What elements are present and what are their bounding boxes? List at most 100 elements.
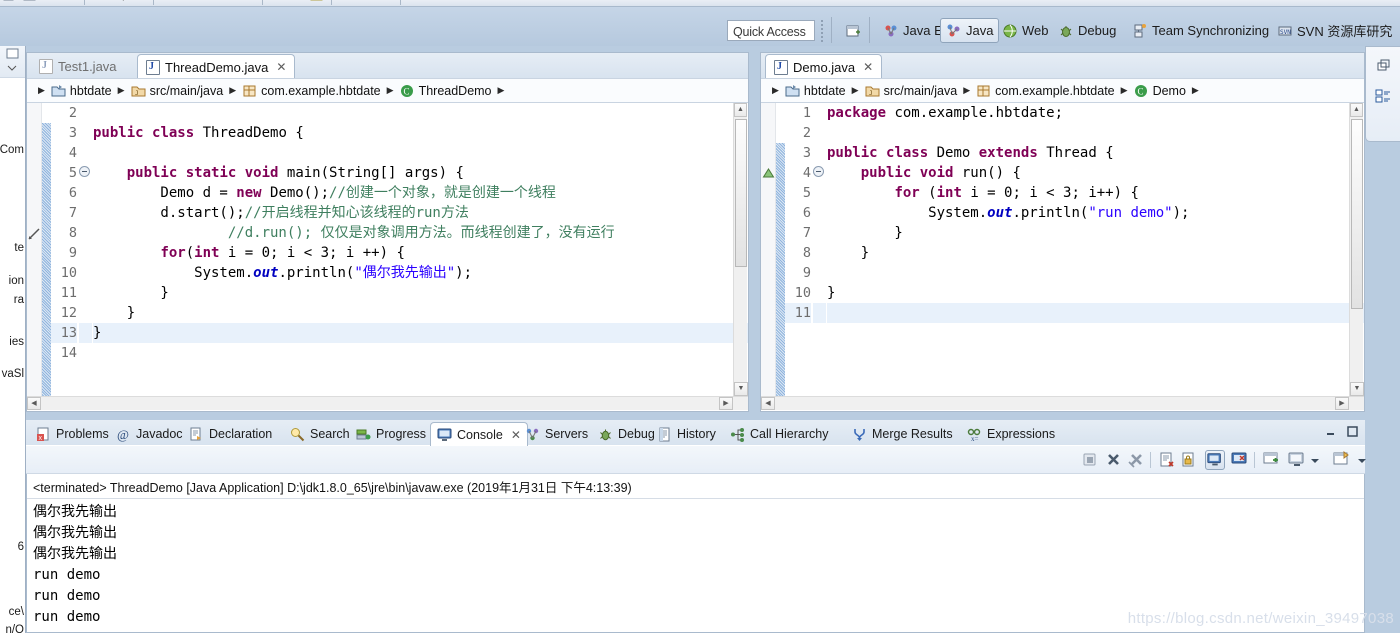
package-explorer-clipped[interactable]: Com te ion ra ies vaSl 6 ce\ n/Q (0, 46, 26, 633)
source-text-right[interactable]: package com.example.hbtdate; public clas… (827, 103, 1364, 323)
code-line[interactable]: public static void main(String[] args) { (93, 163, 748, 183)
code-line[interactable]: } (827, 243, 1364, 263)
bottom-tab-call-hierarchy[interactable]: Call Hierarchy (724, 423, 835, 445)
remove-all-terminated-icon[interactable] (1127, 450, 1147, 470)
new-class-icon[interactable] (308, 0, 326, 6)
tree-label-clipped-8[interactable]: n/Q (5, 624, 24, 633)
save-icon[interactable] (21, 0, 39, 6)
editor-right-vscrollbar[interactable]: ▲ ▼ (1349, 103, 1364, 396)
close-icon[interactable]: ✕ (276, 60, 286, 74)
maximize-icon[interactable] (1346, 425, 1359, 438)
run-as-icon[interactable] (239, 0, 257, 6)
perspective-web[interactable]: Web (997, 18, 1054, 43)
previous-edit-icon[interactable] (357, 0, 375, 6)
restore-view-icon[interactable] (1374, 57, 1392, 75)
print-icon[interactable] (61, 0, 79, 6)
scroll-up-button[interactable]: ▲ (734, 103, 747, 117)
code-line[interactable] (93, 343, 748, 363)
folding-ruler-left[interactable] (79, 103, 92, 363)
collapse-icon[interactable] (813, 166, 824, 177)
tree-label-clipped-5[interactable]: vaSl (2, 368, 24, 380)
code-line[interactable]: } (827, 223, 1364, 243)
back-icon[interactable] (377, 0, 395, 6)
code-line[interactable]: System.out.println("偶尔我先输出"); (93, 263, 748, 283)
bottom-tab-merge-results[interactable]: Merge Results (846, 423, 959, 445)
tree-label-clipped-6[interactable]: 6 (18, 541, 24, 553)
toolbar-grip[interactable] (821, 18, 826, 44)
open-console-icon[interactable] (1287, 450, 1307, 470)
editor-right-code[interactable]: 1 2 3 4 5 6 7 8 9 10 11 package com.example.hbtdat… (761, 103, 1364, 410)
bottom-tab-progress[interactable]: Progress (350, 423, 432, 445)
breadcrumb-source-folder[interactable]: J src/main/java (865, 84, 957, 98)
pin-console-icon[interactable] (1230, 450, 1250, 470)
scroll-up-button[interactable]: ▲ (1350, 103, 1363, 117)
run-icon[interactable] (159, 0, 177, 6)
code-line[interactable] (827, 263, 1364, 283)
code-line[interactable] (93, 143, 748, 163)
code-line[interactable] (93, 103, 748, 123)
editor-tab-test1[interactable]: J Test1.java (31, 55, 125, 78)
split-editor-icon[interactable] (426, 0, 444, 6)
perspective-debug[interactable]: Debug (1053, 18, 1121, 43)
display-selected-console-icon[interactable] (1262, 450, 1282, 470)
bottom-tab-problems[interactable]: x Problems (30, 423, 115, 445)
tree-label-clipped-4[interactable]: ies (9, 336, 24, 348)
code-line[interactable]: d.start();//开启线程并知心该线程的run方法 (93, 203, 748, 223)
tree-label-clipped-1[interactable]: te (14, 242, 24, 254)
breadcrumb-class[interactable]: C ThreadDemo (400, 84, 492, 98)
vscroll-thumb[interactable] (735, 119, 747, 267)
toggle-breadcrumb-icon[interactable] (446, 0, 464, 6)
coverage-icon[interactable] (219, 0, 237, 6)
scroll-right-button[interactable]: ▶ (1335, 397, 1349, 410)
perspective-team-sync[interactable]: Team Synchronizing (1127, 18, 1274, 43)
next-annotation-icon[interactable] (337, 0, 355, 6)
code-line[interactable] (827, 303, 1364, 323)
source-text-left[interactable]: public class ThreadDemo { public static … (93, 103, 748, 363)
open-console-dropdown-icon[interactable] (1309, 450, 1321, 470)
new-console-dropdown-icon[interactable] (1356, 450, 1368, 470)
bottom-tab-javadoc[interactable]: @ Javadoc (110, 423, 189, 445)
editor-right-hscrollbar[interactable]: ◀ ▶ (761, 396, 1364, 410)
code-line[interactable]: package com.example.hbtdate; (827, 103, 1364, 123)
scroll-left-button[interactable]: ◀ (761, 397, 775, 410)
minimize-icon[interactable] (1324, 425, 1337, 438)
code-line[interactable]: } (827, 283, 1364, 303)
bottom-tab-search[interactable]: Search (284, 423, 356, 445)
scroll-left-button[interactable]: ◀ (27, 397, 41, 410)
breadcrumb-package[interactable]: com.example.hbtdate (976, 84, 1115, 98)
editor-left-code[interactable]: 2 3 4 5 6 7 8 9 10 11 12 13 14 public class ThreadDe… (27, 103, 748, 410)
link-icon[interactable] (130, 0, 148, 6)
terminate-icon[interactable] (1080, 450, 1100, 470)
code-line[interactable] (827, 123, 1364, 143)
code-line[interactable]: } (93, 283, 748, 303)
tree-label-clipped-7[interactable]: ce\ (9, 606, 24, 618)
run-dropdown-icon[interactable] (179, 0, 197, 6)
scroll-right-button[interactable]: ▶ (719, 397, 733, 410)
tree-label-clipped-0[interactable]: Com (0, 144, 24, 156)
close-icon[interactable]: ✕ (863, 60, 873, 74)
editor-tab-threaddemo[interactable]: J ThreadDemo.java ✕ (137, 54, 296, 79)
stop-icon[interactable] (199, 0, 217, 6)
save-all-icon[interactable] (41, 0, 59, 6)
perspective-java[interactable]: Java (940, 18, 1000, 43)
open-perspective-button[interactable] (840, 18, 866, 43)
editor-left-hscrollbar[interactable]: ◀ ▶ (27, 396, 748, 410)
breadcrumb-project[interactable]: hbtdate (785, 84, 846, 98)
bottom-tab-expressions[interactable]: x= Expressions (961, 423, 1061, 445)
clear-console-icon[interactable] (1157, 450, 1177, 470)
remove-launch-icon[interactable] (1104, 450, 1124, 470)
collapse-icon[interactable] (79, 166, 90, 177)
breadcrumb-class[interactable]: C Demo (1134, 84, 1186, 98)
code-line[interactable]: public class ThreadDemo { (93, 123, 748, 143)
code-line[interactable]: } (93, 323, 748, 343)
fold-toggle[interactable] (813, 163, 826, 183)
bottom-tab-history[interactable]: History (651, 423, 722, 445)
new-package-icon[interactable] (288, 0, 306, 6)
annotation-gutter-right[interactable] (761, 103, 776, 410)
outline-view-icon[interactable] (1374, 87, 1392, 105)
quick-access-input[interactable] (727, 20, 815, 41)
new-wizard-icon[interactable] (1, 0, 19, 6)
code-line[interactable]: //d.run(); 仅仅是对象调用方法。而线程创建了，没有运行 (93, 223, 748, 243)
annotation-gutter-left[interactable] (27, 103, 42, 410)
new-console-view-icon[interactable] (1332, 450, 1352, 470)
